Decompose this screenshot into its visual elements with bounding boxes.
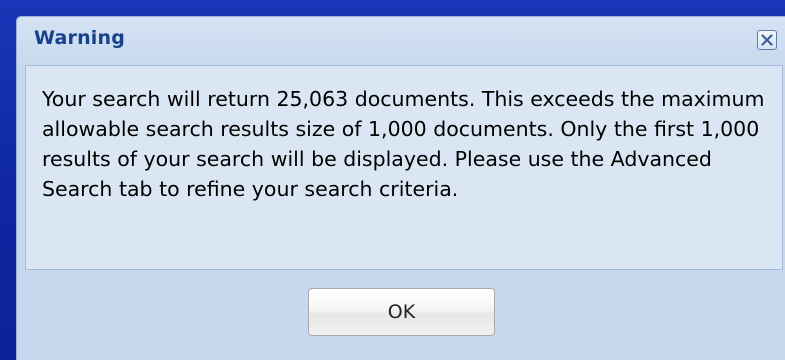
close-button[interactable]: [757, 30, 777, 50]
dialog-title: Warning: [34, 27, 126, 49]
warning-message: Your search will return 25,063 documents…: [42, 87, 765, 201]
warning-dialog: Warning Your search will return 25,063 d…: [16, 16, 785, 360]
ok-button[interactable]: OK: [308, 288, 495, 336]
dialog-body: Your search will return 25,063 documents…: [25, 65, 783, 270]
close-icon: [761, 34, 773, 46]
dialog-titlebar: Warning: [17, 17, 785, 63]
